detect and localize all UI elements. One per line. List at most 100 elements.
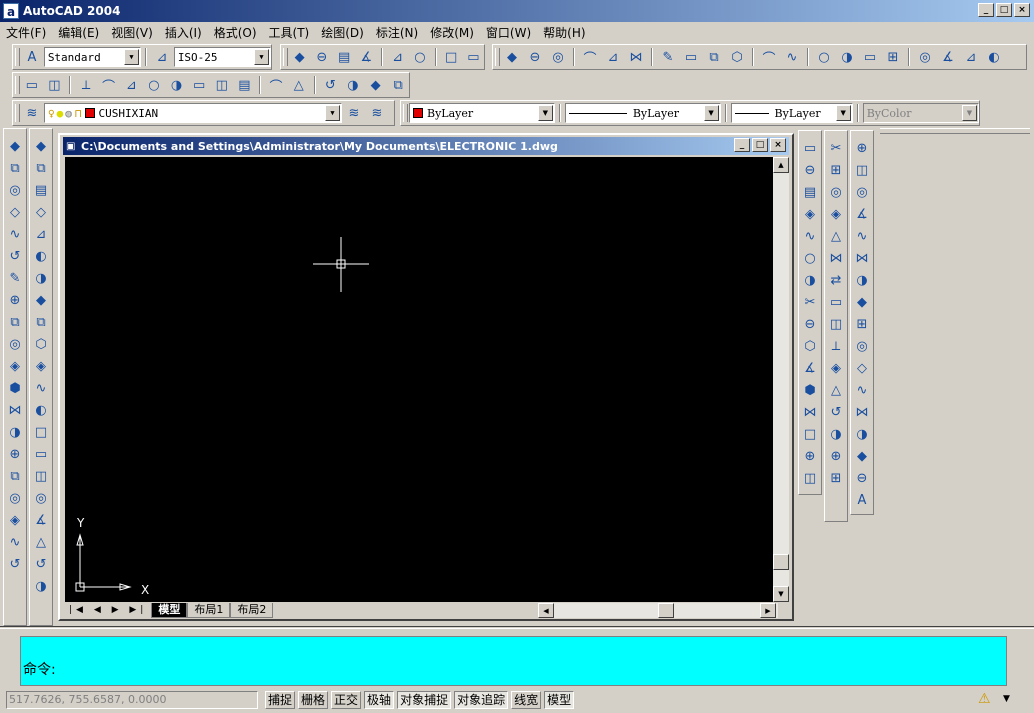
3d-dish-icon[interactable]: ∿ [4,531,26,553]
communication-center-icon[interactable]: ⚠ [978,691,991,707]
menu-item-4[interactable]: 格式(O) [214,24,257,41]
lights-icon[interactable]: ◑ [30,267,52,289]
gouraud-icon[interactable]: ⊿ [30,223,52,245]
sphere-icon[interactable]: ⧉ [4,157,26,179]
setup-view-icon[interactable]: ⋈ [4,399,26,421]
zoom-extents-icon[interactable]: ⊖ [311,46,332,68]
subtract-icon[interactable]: ⬡ [30,333,52,355]
insert-block-icon[interactable]: ∿ [851,379,873,401]
lineweight-select[interactable]: ByLayer ▼ [730,103,853,123]
menu-item-10[interactable]: 帮助(H) [543,24,585,41]
torus-icon[interactable]: ▤ [234,74,256,96]
union-icon[interactable]: ⧉ [30,311,52,333]
new-icon[interactable]: ◆ [501,46,523,68]
3d-mesh-icon[interactable]: △ [288,74,310,96]
drawing-close-button[interactable]: × [770,138,786,152]
text-2d-icon[interactable]: ◆ [30,135,52,157]
scroll-thumb[interactable] [773,554,789,570]
linear-icon[interactable]: ✂ [825,137,847,159]
box-icon[interactable]: ◆ [4,135,26,157]
extrude-face-icon[interactable]: ∿ [30,377,52,399]
sphere-icon[interactable]: ◑ [166,74,188,96]
zoom-window-icon[interactable]: ◆ [289,46,310,68]
3d-orbit-icon[interactable]: ⧉ [4,465,26,487]
shaded-icon[interactable]: ⧉ [30,157,52,179]
erase-icon[interactable]: ▭ [799,137,821,159]
interfere-icon[interactable]: ▭ [21,74,43,96]
construction-line-icon[interactable]: ◫ [851,159,873,181]
status-toggle-3[interactable]: 极轴 [364,691,395,709]
status-toggle-7[interactable]: 模型 [544,691,575,709]
render-icon[interactable]: ◐ [30,245,52,267]
status-toggle-1[interactable]: 栅格 [298,691,329,709]
zoom-all-icon[interactable]: □ [441,46,462,68]
multiline-text-icon[interactable]: A [851,489,873,511]
make-block-icon[interactable]: ⋈ [851,401,873,423]
region-icon[interactable]: ⊖ [851,467,873,489]
polygon-icon[interactable]: ∡ [851,203,873,225]
fillet-icon[interactable]: ⊕ [799,445,821,467]
leader-icon[interactable]: ⟂ [825,335,847,357]
layer-previous-icon[interactable]: ≋ [366,102,388,124]
text-style-select[interactable]: Standard ▼ [43,47,141,67]
tab-layout2[interactable]: 布局2 [230,602,274,618]
menu-item-8[interactable]: 修改(M) [430,24,474,41]
dome-icon[interactable]: ▭ [188,74,210,96]
trim-icon[interactable]: ⬡ [799,335,821,357]
tab-layout1[interactable]: 布局1 [187,602,231,618]
scroll-up-button[interactable]: ▲ [773,157,789,173]
menu-item-2[interactable]: 视图(V) [111,24,153,41]
open-icon[interactable]: ⊖ [524,46,546,68]
redo-icon[interactable]: ∿ [781,46,803,68]
cylinder-icon[interactable]: ◎ [4,179,26,201]
diameter-icon[interactable]: △ [825,225,847,247]
dim-style-icon[interactable]: ⊿ [151,46,173,68]
dropdown-arrow-icon[interactable]: ▼ [537,105,553,121]
solid-view-icon[interactable]: ⊕ [4,443,26,465]
match-properties-icon[interactable]: ⬡ [726,46,748,68]
explode-icon[interactable]: ◫ [799,467,821,489]
array-icon[interactable]: ∿ [799,225,821,247]
delete-face-icon[interactable]: ▭ [30,443,52,465]
hatch-icon[interactable]: ◆ [851,445,873,467]
hscroll-thumb[interactable] [658,602,674,618]
dim-style-select[interactable]: ISO-25 ▼ [173,47,271,67]
make-object-layer-current-icon[interactable]: ≋ [343,102,365,124]
imprint-icon[interactable]: ↺ [30,553,52,575]
rectangle-icon[interactable]: ∿ [851,225,873,247]
minimize-button[interactable]: _ [978,3,994,17]
drawing-minimize-button[interactable]: _ [734,138,750,152]
break-icon[interactable]: ⬢ [799,379,821,401]
dim-text-edit-icon[interactable]: ◑ [825,423,847,445]
save-icon[interactable]: ◎ [547,46,569,68]
move-icon[interactable]: ○ [799,247,821,269]
taper-face-icon[interactable]: ◎ [30,487,52,509]
zoom-realtime-icon[interactable]: ◑ [836,46,858,68]
layer-select[interactable]: ♀ ● ◍ ⊓ CUSHIXIAN ▼ [44,103,342,123]
ruled-surface-icon[interactable]: ◆ [365,74,387,96]
setup-drawing-icon[interactable]: ⬢ [4,377,26,399]
edge-icon[interactable]: ⧉ [387,74,409,96]
scroll-left-button[interactable]: ◀ [538,602,554,618]
angular-icon[interactable]: ⋈ [825,247,847,269]
dropdown-arrow-icon[interactable]: ▼ [124,49,139,65]
copy-face-icon[interactable]: ∡ [30,509,52,531]
aligned-icon[interactable]: ⊞ [825,159,847,181]
slice-icon[interactable]: ◫ [44,74,66,96]
dim-update-icon[interactable]: ⊕ [825,445,847,467]
cone-icon[interactable]: ○ [143,74,165,96]
tab-model[interactable]: 模型 [151,602,188,618]
baseline-icon[interactable]: ▭ [825,291,847,313]
revolved-surface-icon[interactable]: ↺ [320,74,342,96]
status-menu-arrow-icon[interactable]: ▼ [1003,694,1010,704]
paste-icon[interactable]: ⧉ [703,46,725,68]
ordinate-icon[interactable]: ◎ [825,181,847,203]
tabulated-surface-icon[interactable]: ◑ [342,74,364,96]
linetype-select[interactable]: ByLayer ▼ [564,103,721,123]
layer-manager-icon[interactable]: ≋ [21,102,43,124]
wedge-icon[interactable]: ∿ [4,223,26,245]
scroll-right-button[interactable]: ▶ [760,602,776,618]
torus-icon[interactable]: ↺ [4,245,26,267]
chamfer-icon[interactable]: □ [799,423,821,445]
stretch-icon[interactable]: ⊖ [799,313,821,335]
